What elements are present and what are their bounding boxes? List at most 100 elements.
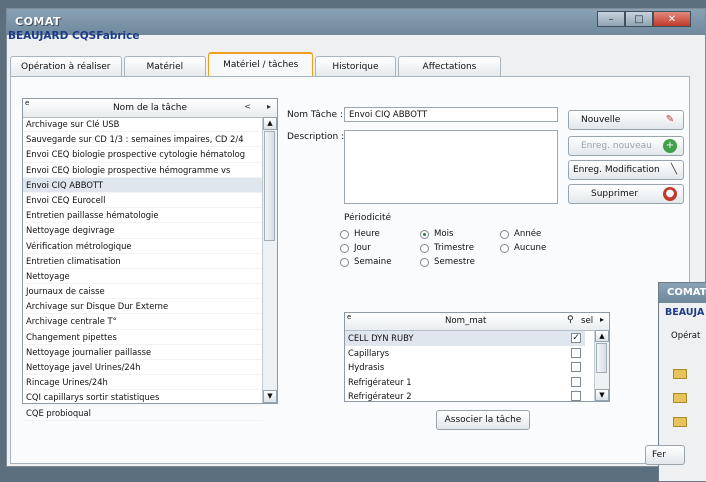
column-arrow-icon[interactable]: ▸ [267,102,271,111]
table-row[interactable]: Refrigérateur 2 [345,389,585,404]
task-name-column-header[interactable]: Nom de la tâche [113,103,187,113]
list-item[interactable]: Envoi CEQ Eurocell [23,193,263,209]
list-item[interactable]: Sauvegarde sur CD 1/3 : semaines impaire… [23,132,263,148]
radio-semaine[interactable]: Semaine [340,257,392,267]
tab-materiel[interactable]: Matériel [123,56,207,76]
description-field[interactable] [344,130,558,204]
radio-selected-icon [420,229,429,239]
sort-icon[interactable]: < [244,102,251,111]
enreg-modification-button[interactable]: Enreg. Modification ╲ [568,160,684,180]
list-item[interactable]: Nettoyage javel Urines/24h [23,360,263,376]
scroll-thumb[interactable] [264,131,275,241]
scroll-up-icon[interactable]: ▲ [263,117,277,130]
radio-icon [340,229,349,239]
scroll-thumb[interactable] [596,343,607,373]
list-item[interactable]: Envoi CEQ biologie prospective hémogramm… [23,163,263,178]
tab-affectations[interactable]: Affectations [397,56,502,76]
list-item[interactable]: Nettoyage degivrage [23,223,263,239]
sel-checkbox-checked[interactable]: ✓ [571,333,581,343]
folder-icon [673,369,687,379]
list-item[interactable]: Archivage sur Disque Dur Externe [23,299,263,315]
list-item-selected[interactable]: Envoi CIQ ABBOTT [23,177,263,193]
second-window-tab[interactable]: Opérat [671,331,700,341]
task-name-field[interactable]: Envoi CIQ ABBOTT [344,107,558,122]
materials-table[interactable]: e Nom_mat ⚲ sel ▸ CELL DYN RUBY ✓ Capill… [344,312,610,402]
list-item[interactable]: Entretien climatisation [23,254,263,269]
list-item[interactable]: CQI capillarys sortir statistiques [23,390,263,406]
associer-tache-button[interactable]: Associer la tâche [436,410,530,430]
materials-scrollbar[interactable]: ▲ ▼ [594,330,609,401]
minimize-button[interactable]: – [597,11,625,27]
table-row[interactable]: Capillarys [345,346,585,361]
task-list[interactable]: e Nom de la tâche < ▸ Archivage sur Clé … [22,98,278,421]
radio-heure[interactable]: Heure [340,229,380,239]
radio-aucune[interactable]: Aucune [500,243,546,253]
radio-label: Semaine [354,257,392,267]
radio-mois[interactable]: Mois [420,229,454,239]
scroll-up-icon[interactable]: ▲ [595,330,609,342]
table-row[interactable]: CELL DYN RUBY ✓ [345,331,585,346]
radio-label: Heure [354,229,380,239]
list-item[interactable]: Journaux de caisse [23,284,263,300]
edit-icon: ╲ [670,164,678,175]
radio-jour[interactable]: Jour [340,243,371,253]
app-title: COMAT [15,15,62,28]
task-list-header[interactable]: e Nom de la tâche < ▸ [23,99,277,118]
sel-checkbox[interactable] [571,362,581,372]
radio-trimestre[interactable]: Trimestre [420,243,474,253]
folder-icon [673,393,687,403]
second-window-titlebar[interactable]: COMAT [659,283,706,303]
list-item[interactable]: Changement pipettes [23,330,263,345]
description-label: Description : [287,132,345,142]
corner-marker: e [347,313,352,321]
close-button[interactable]: ✕ [653,11,691,27]
list-item[interactable]: Nettoyage [23,269,263,285]
column-arrow-icon[interactable]: ▸ [600,315,604,324]
supprimer-button[interactable]: Supprimer ● [568,184,684,204]
corner-marker: e [25,99,30,107]
supprimer-label: Supprimer [591,189,639,199]
sel-checkbox[interactable] [571,376,581,387]
radio-icon [500,243,509,253]
list-item[interactable]: Rincage Urines/24h [23,375,263,391]
pencil-icon: ✎ [665,114,675,125]
list-item[interactable]: Archivage sur Clé USB [23,117,263,133]
sel-checkbox[interactable] [571,391,581,401]
nouvelle-button[interactable]: Nouvelle ✎ [568,110,684,130]
plus-icon: + [663,139,677,153]
radio-semestre[interactable]: Semestre [420,257,475,267]
magnifier-icon[interactable]: ⚲ [567,315,574,325]
radio-annee[interactable]: Année [500,229,541,239]
delete-icon: ● [663,187,677,201]
scroll-down-icon[interactable]: ▼ [263,390,277,403]
maximize-button[interactable]: □ [625,11,653,27]
fermer-button[interactable]: Fer [645,445,685,465]
materials-header: e Nom_mat ⚲ sel ▸ [345,313,609,331]
tab-materiel-taches[interactable]: Matériel / tâches [208,52,314,76]
table-row[interactable]: Refrigérateur 1 [345,375,585,390]
radio-label: Trimestre [434,243,475,253]
task-list-scrollbar[interactable]: ▲ ▼ [262,117,277,403]
sel-checkbox[interactable] [571,347,581,358]
nom-mat-column-header[interactable]: Nom_mat [445,316,486,326]
material-name: Capillarys [348,347,390,358]
task-rows: Archivage sur Clé USB Sauvegarde sur CD … [23,117,263,421]
list-item[interactable]: Nettoyage journalier paillasse [23,345,263,360]
list-item[interactable]: Envoi CEQ biologie prospective cytologie… [23,147,263,163]
tab-bar: Opération à réaliser Matériel Matériel /… [10,52,503,76]
tab-historique[interactable]: Historique [315,56,396,76]
material-name: Hydrasis [348,362,385,372]
table-row[interactable]: Hydrasis [345,360,585,375]
tab-operation[interactable]: Opération à réaliser [10,56,122,76]
list-item[interactable]: CQE probioqual [23,406,263,421]
sel-column-header[interactable]: sel [581,316,593,326]
nouvelle-label: Nouvelle [581,115,621,125]
enreg-nouveau-button[interactable]: Enreg. nouveau + [568,136,684,156]
window-controls: – □ ✕ [597,11,691,27]
list-item[interactable]: Vérification métrologique [23,239,263,254]
scroll-down-icon[interactable]: ▼ [595,389,609,401]
radio-label: Jour [354,243,371,253]
radio-icon [340,243,349,253]
list-item[interactable]: Entretien paillasse hématologie [23,208,263,224]
list-item[interactable]: Archivage centrale T° [23,314,263,330]
